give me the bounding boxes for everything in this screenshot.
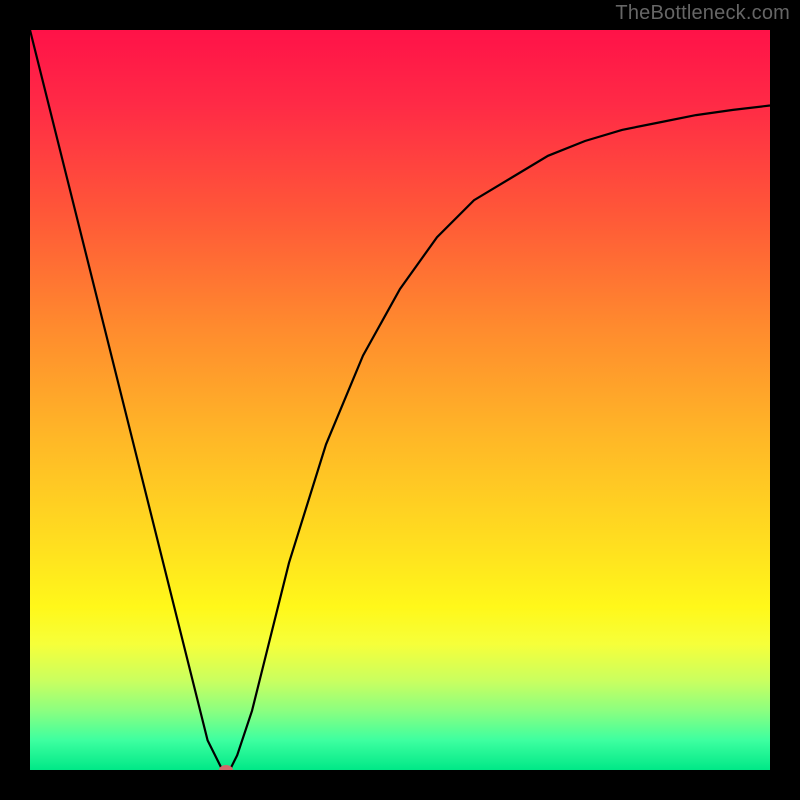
watermark-text: TheBottleneck.com bbox=[615, 2, 790, 25]
chart-frame: TheBottleneck.com bbox=[0, 0, 800, 800]
bottleneck-curve bbox=[30, 30, 770, 770]
minimum-marker bbox=[219, 765, 233, 770]
plot-area bbox=[30, 30, 770, 770]
curve-path bbox=[30, 30, 770, 770]
